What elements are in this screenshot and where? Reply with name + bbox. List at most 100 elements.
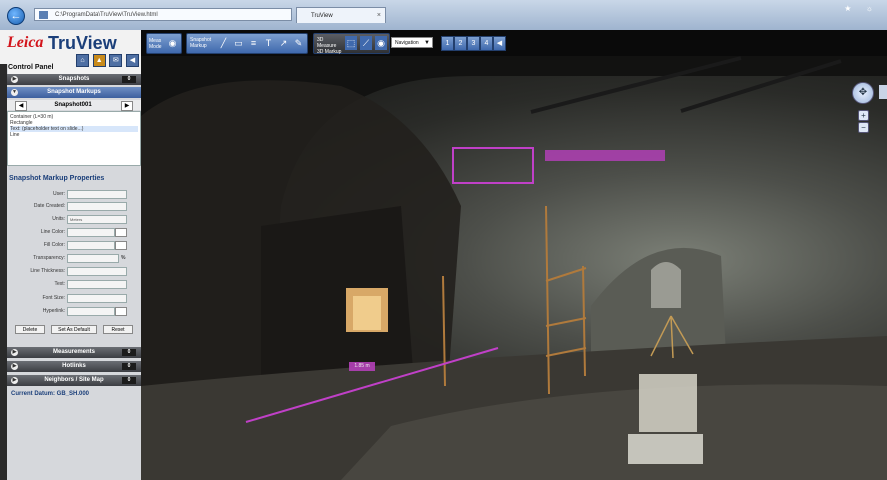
previous-markup-button[interactable]: ◀	[15, 101, 27, 111]
collapse-icon[interactable]: ◀	[493, 36, 506, 51]
expand-arrow-icon: ▶	[11, 377, 18, 384]
prop-fill-color: Fill Color:	[7, 241, 141, 251]
control-panel: Control Panel ⌂ ▲ ✉ ◀ ▶ Snapshots 0 ▼ Sn…	[7, 54, 141, 480]
section-snapshots-label: Snapshots	[58, 76, 90, 82]
hyperlink-browse-button[interactable]	[115, 307, 127, 316]
set-as-default-button[interactable]: Set As Default	[51, 325, 97, 334]
markup-toolbar: Snapshot Markup ╱ ▭ ≡ T ↗ ✎	[186, 33, 308, 54]
prop-text-label: Text:	[54, 281, 65, 287]
reset-button[interactable]: Reset	[103, 325, 133, 334]
list-item[interactable]: Line	[10, 132, 138, 138]
markup-line-label[interactable]: 1.85 m	[349, 362, 375, 371]
delete-button[interactable]: Delete	[15, 325, 45, 334]
address-bar[interactable]: C:\ProgramData\TruView\TruView.html	[34, 8, 292, 21]
font-size-field[interactable]	[67, 294, 127, 303]
line-thickness-field[interactable]	[67, 267, 127, 276]
markup-rectangle[interactable]	[452, 147, 534, 184]
measure-point-icon[interactable]: ◉	[375, 36, 387, 50]
chevron-down-icon: ▼	[424, 40, 430, 46]
tunnel-scene	[141, 56, 887, 480]
home-icon[interactable]: ⌂	[75, 54, 89, 67]
transparency-field[interactable]	[67, 254, 119, 263]
line-tool-icon[interactable]: ╱	[217, 36, 230, 50]
measure-label: 3D Measure 3D Markup	[317, 37, 342, 55]
measure-3d-icon[interactable]: ⬚	[345, 36, 357, 50]
markup-list[interactable]: Container (L=30 m) Rectangle Text: (plac…	[7, 111, 141, 166]
page-button-3[interactable]: 3	[467, 36, 480, 51]
layers-tool-icon[interactable]: ≡	[247, 36, 260, 50]
prop-units: Units: Meters	[7, 215, 141, 225]
units-field[interactable]: Meters	[67, 215, 127, 224]
expand-arrow-icon: ▶	[11, 349, 18, 356]
prop-user-label: User:	[53, 191, 65, 197]
next-markup-button[interactable]: ▶	[121, 101, 133, 111]
expand-arrow-icon: ▶	[11, 76, 18, 83]
view-mode-label: Meas Mode	[149, 38, 162, 50]
user-field[interactable]	[67, 190, 127, 199]
page-button-2[interactable]: 2	[454, 36, 467, 51]
section-neighbors-label: Neighbors / Site Map	[44, 377, 104, 383]
browser-tab[interactable]: TruView ×	[296, 7, 386, 23]
neighbors-count-badge: 0	[122, 377, 136, 384]
zoom-in-button[interactable]: +	[858, 110, 869, 121]
line-color-field[interactable]	[67, 228, 115, 237]
view-mode-icon[interactable]: ◉	[166, 36, 179, 50]
prop-transparency: Transparency: %	[7, 254, 141, 264]
prop-transparency-label: Transparency:	[33, 255, 65, 261]
view-mode-group: Meas Mode ◉	[146, 33, 182, 54]
snapshots-count-badge: 0	[122, 76, 136, 83]
rectangle-tool-icon[interactable]: ▭	[232, 36, 245, 50]
section-neighbors[interactable]: ▶ Neighbors / Site Map 0	[7, 375, 141, 386]
percent-label: %	[121, 255, 126, 261]
mode-select[interactable]: Navigation ▼	[391, 37, 433, 48]
prop-line-thickness: Line Thickness:	[7, 267, 141, 277]
markup-navigator: ◀ Snapshot001 ▶	[7, 100, 141, 111]
prop-font-size-label: Font Size:	[42, 295, 65, 301]
far-doorway	[651, 262, 681, 308]
equipment-board	[628, 434, 703, 464]
measure-line-icon[interactable]: ⟋	[360, 36, 372, 50]
tab-close-icon[interactable]: ×	[377, 8, 381, 24]
freehand-tool-icon[interactable]: ✎	[292, 36, 305, 50]
prop-units-label: Units:	[52, 216, 65, 222]
mail-icon[interactable]: ✉	[109, 54, 123, 67]
side-panel-tab[interactable]	[879, 85, 887, 99]
warning-icon[interactable]: ▲	[92, 54, 106, 67]
line-color-picker-button[interactable]	[115, 228, 127, 237]
fill-color-field[interactable]	[67, 241, 115, 250]
window-controls[interactable]: ★ ☼	[844, 4, 879, 13]
hyperlink-field[interactable]	[67, 307, 115, 316]
panorama-viewer[interactable]: 1.85 m	[141, 56, 887, 480]
fill-color-picker-button[interactable]	[115, 241, 127, 250]
truview-title: TruView	[48, 33, 117, 53]
prop-line-thickness-label: Line Thickness:	[30, 268, 65, 274]
date-created-field[interactable]	[67, 202, 127, 211]
prop-user: User:	[7, 190, 141, 200]
prop-fill-color-label: Fill Color:	[43, 242, 65, 248]
back-button[interactable]: ←	[7, 7, 25, 25]
prop-line-color: Line Color:	[7, 228, 141, 238]
arrow-tool-icon[interactable]: ↗	[277, 36, 290, 50]
prop-date-label: Date Created:	[33, 203, 65, 209]
address-text: C:\ProgramData\TruView\TruView.html	[55, 12, 158, 18]
browser-titlebar: ← C:\ProgramData\TruView\TruView.html Tr…	[0, 0, 887, 31]
page-button-4[interactable]: 4	[480, 36, 493, 51]
section-measurements[interactable]: ▶ Measurements 0	[7, 347, 141, 358]
collapse-panel-icon[interactable]: ◀	[126, 54, 139, 67]
page-button-1[interactable]: 1	[441, 36, 454, 51]
text-field[interactable]	[67, 280, 127, 289]
section-hotlinks-label: Hotlinks	[62, 363, 86, 369]
section-measurements-label: Measurements	[52, 349, 96, 355]
section-snapshot-markups[interactable]: ▼ Snapshot Markups	[7, 87, 141, 98]
section-hotlinks[interactable]: ▶ Hotlinks 0	[7, 361, 141, 372]
text-tool-icon[interactable]: T	[262, 36, 275, 50]
markup-text-box[interactable]	[545, 150, 665, 161]
section-snapshot-markups-label: Snapshot Markups	[47, 89, 101, 95]
section-snapshots[interactable]: ▶ Snapshots 0	[7, 74, 141, 85]
current-datum: Current Datum: GB_SH.000	[11, 391, 90, 397]
prop-font-size: Font Size:	[7, 294, 141, 304]
panel-icons: ⌂ ▲ ✉ ◀	[74, 54, 139, 67]
equipment-case	[639, 374, 697, 432]
zoom-out-button[interactable]: −	[858, 122, 869, 133]
pan-navigation-icon[interactable]: ✥	[852, 82, 874, 104]
